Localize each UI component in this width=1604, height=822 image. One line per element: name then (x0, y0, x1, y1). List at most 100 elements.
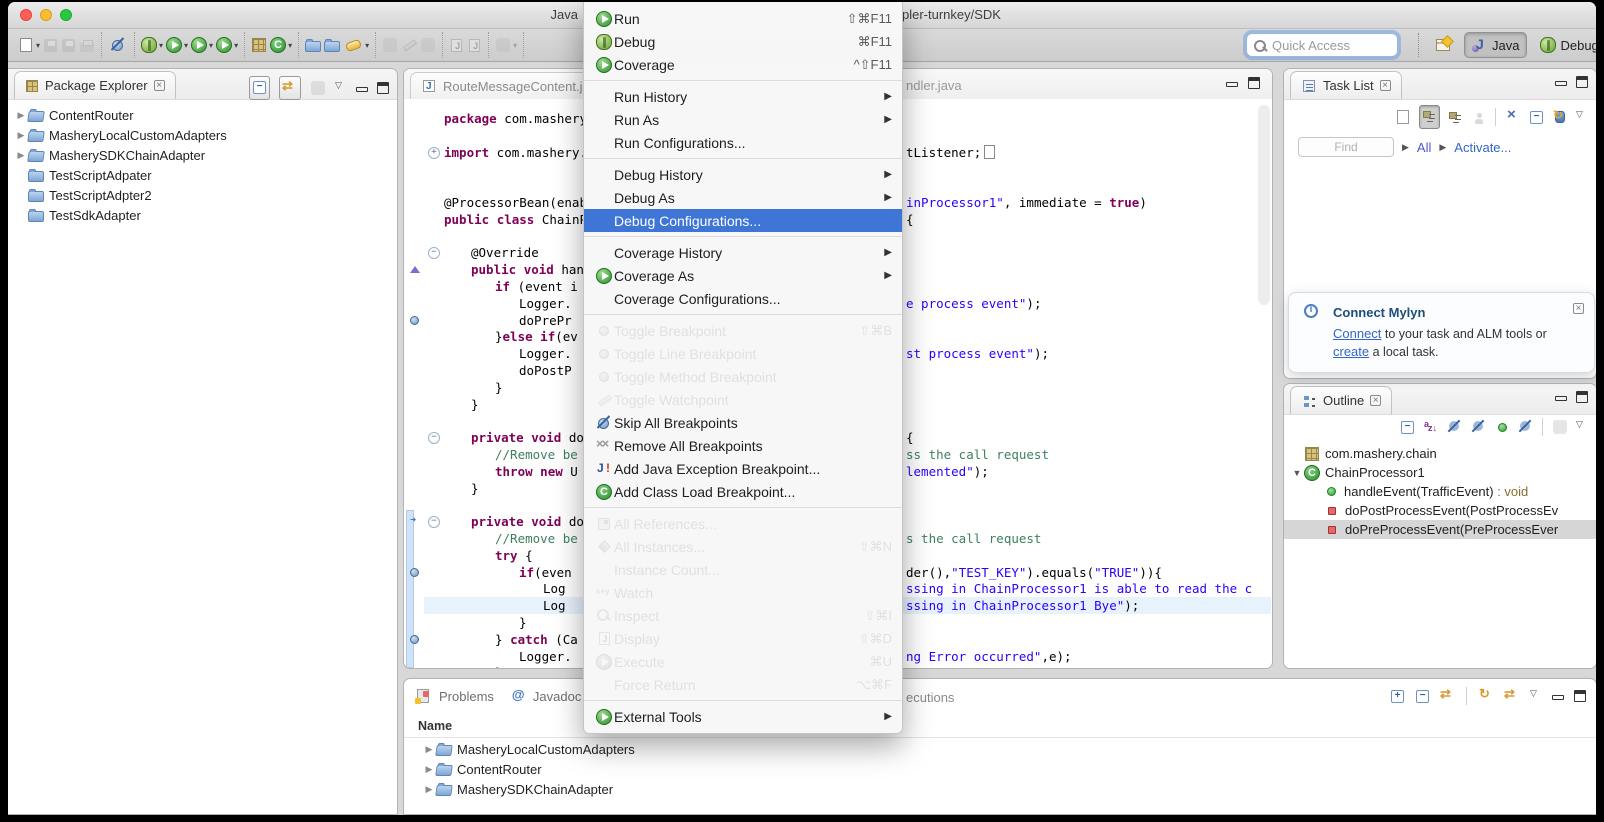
menu-item-skip-all-breakpoints[interactable]: Skip All Breakpoints (584, 411, 902, 434)
maximize-icon[interactable] (1576, 76, 1588, 88)
new-wizard-button[interactable]: ▾ (18, 37, 40, 53)
code-line[interactable]: throw new U (495, 463, 578, 480)
menu-item-debug[interactable]: Debug⌘F11 (584, 30, 902, 53)
fold-collapse-icon[interactable]: − (428, 247, 440, 259)
minimize-window-button[interactable] (40, 9, 52, 21)
code-line[interactable]: @ProcessorBean(enab (444, 194, 587, 211)
menu-item-coverage[interactable]: Coverage^⇧F11 (584, 53, 902, 76)
editor-tab-fragment[interactable]: ndler.java (906, 78, 962, 93)
code-line[interactable]: @Override (471, 244, 539, 261)
menu-item-run-as[interactable]: Run As▶ (584, 108, 902, 131)
all-link[interactable]: All (1417, 140, 1431, 155)
menu-item-external-tools[interactable]: External Tools▶ (584, 705, 902, 728)
expand-arrow-icon[interactable]: ▶ (14, 130, 28, 141)
code-line[interactable]: import com.mashery. (444, 144, 587, 161)
zoom-window-button[interactable] (60, 9, 72, 21)
menu-item-run[interactable]: Run⇧⌘F11 (584, 7, 902, 30)
code-line[interactable]: if(even (519, 564, 572, 581)
breakpoint-icon[interactable] (410, 635, 419, 644)
run-external-tools-button[interactable]: ▾ (216, 37, 238, 53)
code-line[interactable]: } catch (Ca (495, 631, 578, 648)
skip-all-breakpoints-button[interactable] (108, 35, 128, 55)
code-line[interactable]: { (906, 211, 914, 228)
tab-task-list[interactable]: Task List × (1290, 71, 1402, 99)
find-input[interactable]: Find (1298, 137, 1394, 157)
menu-item-coverage-as[interactable]: Coverage As▶ (584, 264, 902, 287)
code-line[interactable]: inProcessor1", immediate = true) (906, 194, 1147, 211)
connect-link[interactable]: Connect (1333, 326, 1381, 341)
java-perspective-button[interactable]: Java (1464, 32, 1527, 58)
code-line[interactable]: tListener; (906, 144, 995, 161)
sort-icon[interactable] (1423, 419, 1439, 435)
coverage-button[interactable]: ▾ (191, 37, 213, 53)
code-line[interactable]: Logger. (519, 648, 572, 665)
minimize-icon[interactable] (356, 87, 368, 92)
hide-static-members-icon[interactable] (1471, 419, 1487, 435)
outline-item-4[interactable]: doPreProcessEvent(PreProcessEver (1284, 520, 1596, 539)
code-line[interactable]: private void do (471, 429, 584, 446)
view-menu-icon[interactable] (335, 82, 347, 94)
expand-arrow-icon[interactable]: ▶ (422, 764, 436, 775)
chevron-down-icon[interactable]: ▾ (288, 41, 292, 50)
outline-item-3[interactable]: doPostProcessEvent(PostProcessEv (1284, 501, 1596, 520)
open-type-button[interactable] (305, 38, 321, 52)
menu-item-remove-all-breakpoints[interactable]: Remove All Breakpoints (584, 434, 902, 457)
code-line[interactable]: Logger. (519, 295, 572, 312)
code-line[interactable]: } (495, 379, 503, 396)
outline-item-1[interactable]: ▼ChainProcessor1 (1284, 463, 1596, 482)
collapse-all-button[interactable] (249, 76, 270, 100)
breakpoint-icon[interactable] (410, 568, 419, 577)
tree-item-testscriptadpter2[interactable]: TestScriptAdpter2 (8, 185, 397, 205)
expand-all-icon[interactable] (1391, 690, 1404, 703)
minimize-icon[interactable] (1555, 81, 1567, 86)
result-item-contentrouter[interactable]: ▶ContentRouter (404, 759, 1596, 779)
new-java-class-button[interactable]: ▾ (270, 37, 292, 53)
collapse-all-icon[interactable] (1530, 111, 1543, 124)
close-view-icon[interactable]: × (154, 80, 165, 91)
menu-item-debug-history[interactable]: Debug History▶ (584, 163, 902, 186)
code-line[interactable]: } (495, 664, 503, 668)
debug-button[interactable]: ▾ (141, 37, 163, 53)
maximize-icon[interactable] (377, 82, 389, 94)
new-java-package-button[interactable] (251, 37, 267, 53)
fold-expand-icon[interactable]: + (428, 147, 440, 159)
menu-item-add-class-load-breakpoint[interactable]: Add Class Load Breakpoint... (584, 480, 902, 503)
menu-item-coverage-history[interactable]: Coverage History▶ (584, 241, 902, 264)
breakpoint-icon[interactable] (410, 316, 419, 325)
tree-item-contentrouter[interactable]: ▶ContentRouter (8, 105, 397, 125)
code-line[interactable]: st process event"); (906, 345, 1049, 362)
code-line[interactable]: //Remove be (495, 530, 578, 547)
code-line[interactable]: } (519, 614, 527, 631)
expand-arrow-icon[interactable]: ▶ (422, 744, 436, 755)
fold-collapse-icon[interactable]: − (428, 516, 440, 528)
hide-local-types-icon[interactable] (1518, 419, 1534, 435)
view-menu-icon[interactable] (1576, 421, 1588, 433)
code-line[interactable]: private void do (471, 513, 584, 530)
close-view-icon[interactable]: × (1370, 395, 1381, 406)
menu-item-debug-configurations[interactable]: Debug Configurations... (584, 209, 902, 232)
code-line[interactable]: } (471, 480, 479, 497)
collapse-all-icon[interactable] (1401, 421, 1414, 434)
expand-arrow-icon[interactable]: ▶ (14, 150, 28, 161)
chevron-down-icon[interactable]: ▾ (159, 41, 163, 50)
tab-outline[interactable]: Outline × (1290, 386, 1392, 414)
tab-problems[interactable]: Problems (414, 686, 494, 706)
minimize-icon[interactable] (1552, 695, 1564, 700)
hide-non-public-members-icon[interactable] (1498, 423, 1507, 432)
focus-on-active-task-icon[interactable] (1440, 688, 1456, 704)
menu-item-debug-as[interactable]: Debug As▶ (584, 186, 902, 209)
chevron-down-icon[interactable]: ▾ (36, 41, 40, 50)
chevron-down-icon[interactable]: ▾ (513, 41, 517, 50)
code-line[interactable]: lemented"); (906, 463, 989, 480)
open-task-button[interactable] (324, 38, 340, 52)
debug-perspective-button[interactable]: Debug (1533, 32, 1596, 58)
bottom-tab-fragment[interactable]: ecutions (906, 690, 954, 705)
expand-arrow-icon[interactable]: ▶ (14, 110, 28, 121)
chevron-down-icon[interactable]: ▾ (365, 41, 369, 50)
synchronize-icon[interactable] (1555, 111, 1565, 123)
code-line[interactable]: der(),"TEST_KEY").equals("TRUE")){ (906, 564, 1162, 581)
view-menu-icon[interactable] (1576, 111, 1588, 123)
code-line[interactable]: doPrePr (519, 312, 572, 329)
quick-access-input[interactable] (1270, 37, 1384, 54)
create-link[interactable]: create (1333, 344, 1369, 359)
